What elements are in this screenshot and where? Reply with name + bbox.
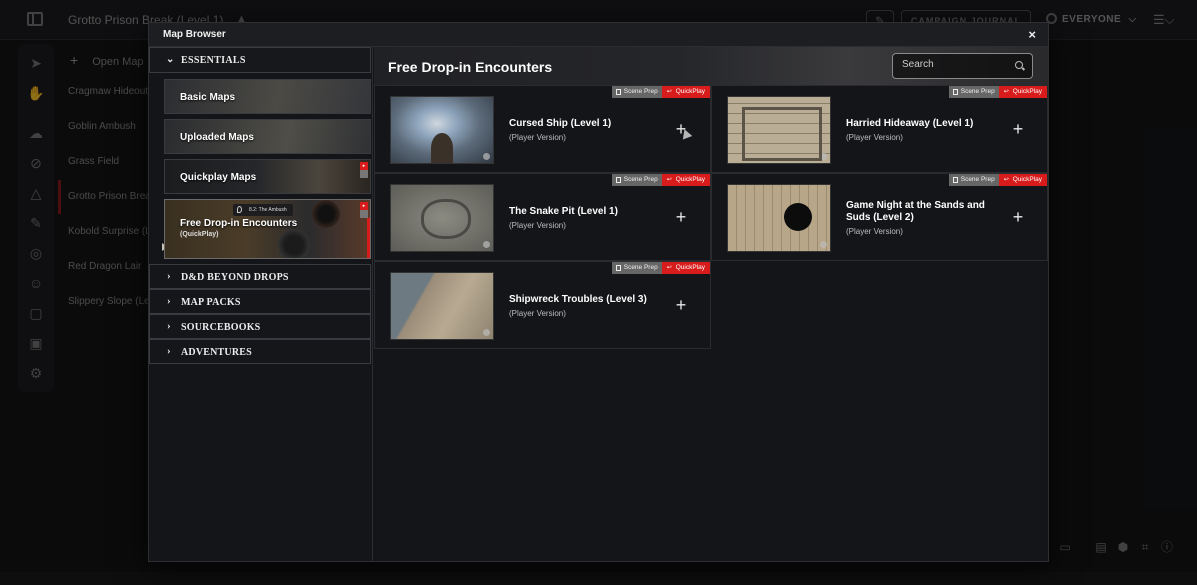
search-input[interactable] <box>902 59 1002 70</box>
map-name: The Snake Pit (Level 1) <box>509 206 618 217</box>
badge-label: QuickPlay <box>675 88 705 95</box>
map-orb <box>312 200 340 228</box>
add-map-button[interactable]: + <box>671 296 691 316</box>
add-map-button[interactable]: + <box>1008 208 1028 228</box>
play-icon: ↩ <box>666 177 672 183</box>
chevron-right-icon: › <box>167 270 171 282</box>
category-dndbeyond-drops[interactable]: › D&D BEYOND DROPS <box>149 264 371 289</box>
quickplay-badge: ↩ QuickPlay <box>998 86 1047 98</box>
map-name: Shipwreck Troubles (Level 3) <box>509 294 647 305</box>
map-version: (Player Version) <box>509 133 566 142</box>
eye-icon <box>483 241 490 248</box>
eye-icon <box>483 153 490 160</box>
tile-quickplay-maps[interactable]: Quickplay Maps ▸ <box>164 159 371 194</box>
map-version: (Player Version) <box>846 227 903 236</box>
play-icon: ↩ <box>666 89 672 95</box>
map-version: (Player Version) <box>846 133 903 142</box>
eye-icon <box>820 153 827 160</box>
quickplay-badge: ↩ QuickPlay <box>661 174 710 186</box>
map-name: Harried Hideaway (Level 1) <box>846 118 974 129</box>
map-card-harried-hideaway[interactable]: Scene Prep ↩ QuickPlay Harried Hideaway (… <box>711 85 1048 173</box>
search-icon[interactable] <box>1015 61 1023 69</box>
chevron-right-icon: › <box>167 345 171 357</box>
tile-label: Uploaded Maps <box>180 132 254 143</box>
badge-label: QuickPlay <box>1012 176 1042 183</box>
tile-label: Basic Maps <box>180 92 236 103</box>
play-icon: ↩ <box>1003 89 1009 95</box>
card-info: Harried Hideaway (Level 1) (Player Versi… <box>846 86 996 174</box>
add-map-button[interactable]: + <box>1008 120 1028 140</box>
card-info: Shipwreck Troubles (Level 3) (Player Ver… <box>509 262 659 350</box>
card-info: The Snake Pit (Level 1) (Player Version) <box>509 174 659 262</box>
map-orb <box>278 229 310 258</box>
map-name: Game Night at the Sands and Suds (Level … <box>846 200 985 223</box>
category-sourcebooks[interactable]: › SOURCEBOOKS <box>149 314 371 339</box>
tile-basic-maps[interactable]: Basic Maps <box>164 79 371 114</box>
badge-label: QuickPlay <box>1012 88 1042 95</box>
quickplay-badge: ↩ QuickPlay <box>661 86 710 98</box>
map-thumbnail <box>390 96 494 164</box>
eye-icon <box>483 329 490 336</box>
tile-free-drop-in-encounters[interactable]: 8.2: The Ambush Free Drop-in Encounters … <box>164 199 371 259</box>
map-card-game-night[interactable]: Scene Prep ↩ QuickPlay Game Night at the … <box>711 173 1048 261</box>
card-info: Cursed Ship (Level 1) (Player Version) <box>509 86 659 174</box>
category-label: MAP PACKS <box>181 297 241 308</box>
eye-icon <box>820 241 827 248</box>
map-thumbnail <box>390 272 494 340</box>
map-thumbnail <box>727 184 831 252</box>
map-card-cursed-ship[interactable]: Scene Prep ↩ QuickPlay Cursed Ship (Level… <box>374 85 711 173</box>
category-adventures[interactable]: › ADVENTURES <box>149 339 371 364</box>
category-label: ADVENTURES <box>181 347 252 358</box>
badge-label: QuickPlay <box>675 264 705 271</box>
badge-label: QuickPlay <box>675 176 705 183</box>
play-icon: ↩ <box>1003 177 1009 183</box>
category-label: SOURCEBOOKS <box>181 322 261 333</box>
chevron-down-icon: ⌄ <box>166 54 175 65</box>
quickplay-mini-badge: ▸ <box>360 162 368 178</box>
main-header: Free Drop-in Encounters <box>374 47 1048 85</box>
chevron-right-icon: › <box>167 320 171 332</box>
map-browser-sidebar: ⌄ ESSENTIALS Basic Maps Uploaded Maps Qu… <box>149 47 373 561</box>
map-version: (Player Version) <box>509 309 566 318</box>
map-version: (Player Version) <box>509 221 566 230</box>
selected-edge <box>367 218 370 258</box>
quickplay-badge: ↩ QuickPlay <box>998 174 1047 186</box>
search-box[interactable] <box>892 53 1033 79</box>
map-pin-icon <box>237 206 242 213</box>
add-map-button[interactable]: + <box>671 208 691 228</box>
category-essentials[interactable]: ⌄ ESSENTIALS <box>149 47 371 73</box>
category-label: ESSENTIALS <box>181 55 246 66</box>
page-title: Free Drop-in Encounters <box>388 59 553 75</box>
modal-title: Map Browser <box>163 29 226 40</box>
play-icon: ↩ <box>666 265 672 271</box>
chevron-right-icon: › <box>167 295 171 307</box>
tile-label: Quickplay Maps <box>180 172 257 183</box>
map-card-snake-pit[interactable]: Scene Prep ↩ QuickPlay The Snake Pit (Lev… <box>374 173 711 261</box>
map-thumbnail <box>727 96 831 164</box>
tile-uploaded-maps[interactable]: Uploaded Maps <box>164 119 371 154</box>
quickplay-mini-badge: ▸ <box>360 202 368 218</box>
tile-label: Free Drop-in Encounters <box>180 218 298 229</box>
category-map-packs[interactable]: › MAP PACKS <box>149 289 371 314</box>
card-info: Game Night at the Sands and Suds (Level … <box>846 174 996 262</box>
app-root: Grotto Prison Break (Level 1) ▲ ✎ CAMPAI… <box>0 0 1197 585</box>
map-browser-main: Free Drop-in Encounters Scene Prep ↩Quic… <box>374 47 1048 561</box>
quickplay-badge: ↩ QuickPlay <box>661 262 710 274</box>
map-card-shipwreck-troubles[interactable]: Scene Prep ↩ QuickPlay Shipwreck Troubles… <box>374 261 711 349</box>
map-browser-modal: Map Browser × ⌄ ESSENTIALS Basic Maps Up… <box>148 22 1049 562</box>
map-thumbnail <box>390 184 494 252</box>
tile-sublabel: (QuickPlay) <box>180 231 219 238</box>
modal-header: Map Browser × <box>149 23 1048 47</box>
close-icon[interactable]: × <box>1028 27 1036 42</box>
map-name: Cursed Ship (Level 1) <box>509 118 612 129</box>
category-label: D&D BEYOND DROPS <box>181 272 289 283</box>
